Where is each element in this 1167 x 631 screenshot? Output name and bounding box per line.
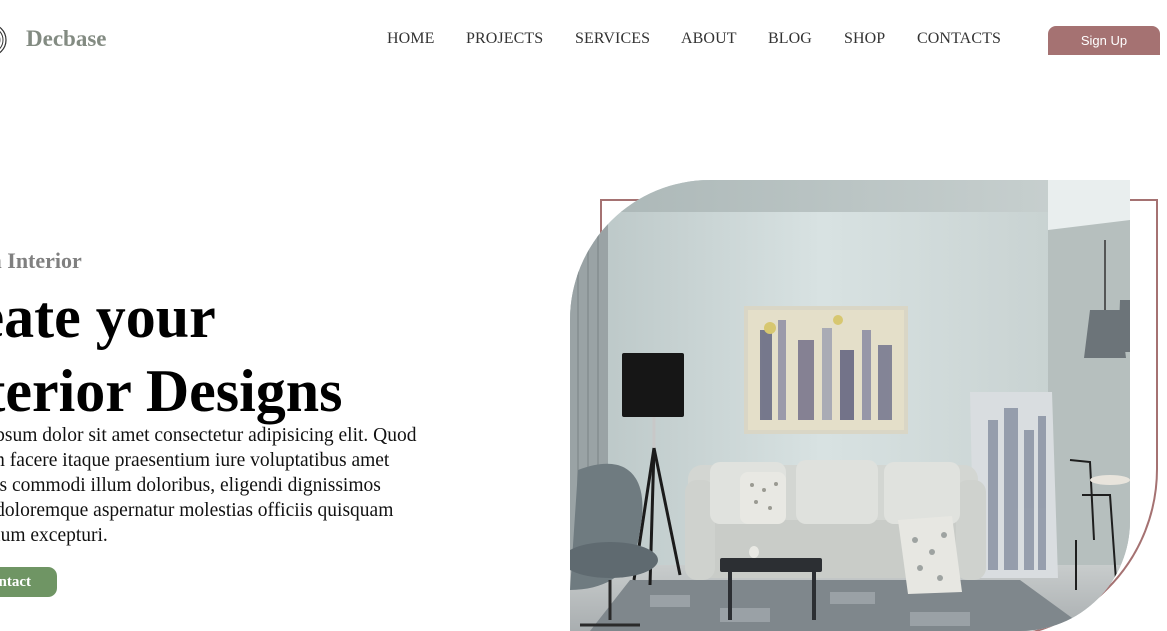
hero-title-line-1: reate your [0,284,216,350]
nav-about[interactable]: ABOUT [681,30,737,48]
hero-interior-photo [570,180,1130,631]
contact-button[interactable]: ntact [0,567,57,597]
hero-description-line: nus commodi illum doloribus, eligendi di… [0,475,381,496]
nav-projects[interactable]: PROJECTS [466,30,543,48]
hero-description-line: ntium excepturi. [0,525,108,546]
sign-up-button[interactable]: Sign Up [1048,26,1160,55]
living-room-illustration [570,180,1130,631]
nav-services[interactable]: SERVICES [575,30,650,48]
nav-blog[interactable]: BLOG [768,30,812,48]
nav-contacts[interactable]: CONTACTS [917,30,1001,48]
hero-title: reate your nterior Designs [0,280,343,428]
hero-description-line: um facere itaque praesentium iure volupt… [0,450,390,471]
main-nav: HOME PROJECTS SERVICES ABOUT BLOG SHOP C… [0,30,1167,52]
hero-eyebrow: ern Interior [0,248,82,273]
hero-title-line-2: nterior Designs [0,358,343,424]
nav-home[interactable]: HOME [387,30,435,48]
nav-shop[interactable]: SHOP [844,30,885,48]
hero-description: , ipsum dolor sit amet consectetur adipi… [0,423,480,548]
hero-description-line: , ipsum dolor sit amet consectetur adipi… [0,425,417,446]
hero-description-line: l, doloremque aspernatur molestias offic… [0,500,394,521]
